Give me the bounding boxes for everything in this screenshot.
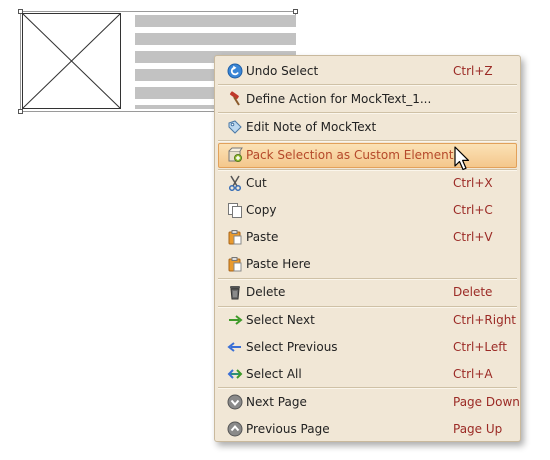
trash-icon <box>227 284 243 300</box>
page-up-icon <box>227 421 243 437</box>
menu-item-undo-select[interactable]: Undo Select Ctrl+Z <box>218 59 517 83</box>
menu-item-shortcut: Ctrl+X <box>453 176 493 190</box>
menu-item-shortcut: Ctrl+Z <box>453 64 493 78</box>
arrow-right-icon <box>227 312 243 328</box>
menu-item-label: Paste Here <box>246 257 311 271</box>
menu-item-previous-page[interactable]: Previous Page Page Up <box>218 417 517 441</box>
menu-item-cut[interactable]: Cut Ctrl+X <box>218 171 517 195</box>
copy-icon <box>227 202 243 218</box>
menu-item-shortcut: Ctrl+V <box>453 230 493 244</box>
menu-item-pack-selection[interactable]: Pack Selection as Custom Element... <box>218 143 517 168</box>
menu-item-label: Delete <box>246 285 286 299</box>
menu-item-label: Edit Note of MockText <box>246 120 377 134</box>
arrow-both-icon <box>227 366 243 382</box>
menu-item-label: Copy <box>246 203 277 217</box>
menu-separator <box>218 387 517 389</box>
package-icon <box>227 147 243 163</box>
menu-item-select-all[interactable]: Select All Ctrl+A <box>218 362 517 386</box>
resize-handle-bottom-left[interactable] <box>18 109 23 114</box>
menu-item-define-action[interactable]: Define Action for MockText_1... <box>218 87 517 111</box>
menu-item-label: Select Next <box>246 313 315 327</box>
resize-handle-top-right[interactable] <box>293 9 298 14</box>
menu-item-label: Previous Page <box>246 422 330 436</box>
menu-item-shortcut: Ctrl+C <box>453 203 493 217</box>
menu-item-shortcut: Ctrl+A <box>453 367 493 381</box>
menu-item-label: Cut <box>246 176 267 190</box>
menu-item-shortcut: Ctrl+Left <box>453 340 507 354</box>
clipboard-icon <box>227 229 243 245</box>
menu-separator <box>218 84 517 86</box>
menu-separator <box>218 140 517 142</box>
mouse-cursor-icon <box>454 146 472 172</box>
menu-item-label: Pack Selection as Custom Element... <box>246 148 465 162</box>
context-menu: Undo Select Ctrl+Z Define Action for Moc… <box>214 55 521 442</box>
menu-item-label: Select Previous <box>246 340 338 354</box>
scissors-icon <box>227 175 243 191</box>
clipboard-here-icon <box>227 256 243 272</box>
menu-item-delete[interactable]: Delete Delete <box>218 280 517 304</box>
page-down-icon <box>227 394 243 410</box>
menu-item-shortcut: Page Up <box>453 422 503 436</box>
menu-separator <box>218 112 517 114</box>
menu-item-copy[interactable]: Copy Ctrl+C <box>218 198 517 222</box>
menu-item-edit-note[interactable]: Edit Note of MockText <box>218 115 517 139</box>
menu-item-label: Define Action for MockText_1... <box>246 92 432 106</box>
menu-item-label: Paste <box>246 230 279 244</box>
menu-item-next-page[interactable]: Next Page Page Down <box>218 390 520 414</box>
note-tag-icon <box>227 119 243 135</box>
menu-item-shortcut: Delete <box>453 285 493 299</box>
menu-item-label: Undo Select <box>246 64 319 78</box>
image-placeholder[interactable] <box>21 12 122 110</box>
menu-item-label: Select All <box>246 367 302 381</box>
menu-item-select-previous[interactable]: Select Previous Ctrl+Left <box>218 335 517 359</box>
menu-item-paste[interactable]: Paste Ctrl+V <box>218 225 517 249</box>
menu-item-select-next[interactable]: Select Next Ctrl+Right <box>218 308 517 332</box>
menu-item-shortcut: Ctrl+Right <box>453 313 517 327</box>
menu-item-paste-here[interactable]: Paste Here <box>218 252 517 276</box>
hammer-icon <box>227 91 243 107</box>
arrow-left-icon <box>227 339 243 355</box>
undo-icon <box>227 63 243 79</box>
menu-item-shortcut: Page Down <box>453 395 520 409</box>
menu-item-label: Next Page <box>246 395 307 409</box>
